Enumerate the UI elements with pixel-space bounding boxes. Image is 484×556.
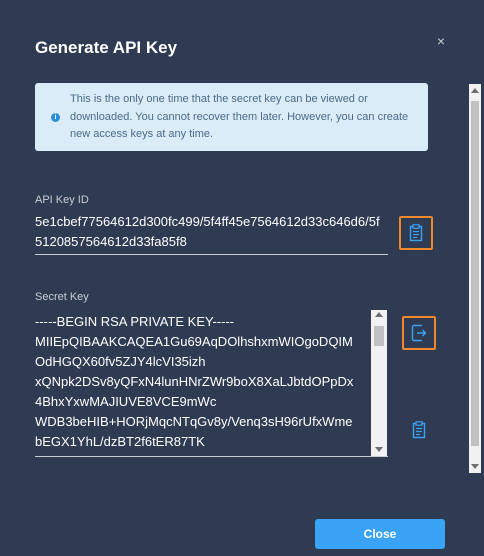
generate-api-key-dialog: Generate API Key × i This is the only on… bbox=[0, 0, 484, 556]
scroll-up-arrow[interactable] bbox=[375, 312, 383, 317]
clipboard-icon bbox=[412, 421, 426, 439]
secret-key-line: OdHGQX60fv5ZJY4lcVI35izh bbox=[35, 354, 206, 369]
scroll-up-arrow[interactable] bbox=[471, 88, 479, 93]
secret-key-textarea[interactable]: -----BEGIN RSA PRIVATE KEY----- MIIEpQIB… bbox=[35, 310, 388, 457]
secret-key-line: MIIEpQIBAAKCAQEA1Gu69AqDOlhshxmWIOgoDQIM bbox=[35, 334, 353, 349]
download-secret-key-button[interactable] bbox=[402, 316, 436, 350]
close-icon[interactable]: × bbox=[434, 34, 448, 48]
api-key-value[interactable]: 5e1cbef77564612d300fc499/5f4ff45e7564612… bbox=[35, 212, 385, 252]
dialog-scrollbar[interactable] bbox=[469, 84, 481, 473]
secret-key-line: xQNpk2DSv8yQFxN4lunHNrZWr9boX8XaLJbtdOPp… bbox=[35, 374, 354, 389]
info-text: This is the only one time that the secre… bbox=[70, 93, 409, 140]
secret-key-line: WDB3beHIB+HORjMqcNTqGv8y/Venq3sH96rUfxWm… bbox=[35, 414, 353, 429]
close-button[interactable]: Close bbox=[315, 519, 445, 549]
scroll-down-arrow[interactable] bbox=[471, 464, 479, 469]
info-icon: i bbox=[51, 113, 60, 122]
copy-secret-key-button[interactable] bbox=[409, 420, 429, 440]
secret-key-line: -----BEGIN RSA PRIVATE KEY----- bbox=[35, 314, 235, 329]
api-key-underline bbox=[35, 254, 388, 255]
dialog-title: Generate API Key bbox=[35, 38, 178, 57]
api-key-label: API Key ID bbox=[35, 194, 89, 206]
secret-key-label: Secret Key bbox=[35, 291, 89, 303]
scroll-down-arrow[interactable] bbox=[375, 447, 383, 452]
scroll-thumb[interactable] bbox=[374, 326, 384, 346]
secret-key-scrollbar[interactable] bbox=[371, 310, 387, 456]
export-icon bbox=[411, 324, 427, 342]
copy-api-key-button[interactable] bbox=[399, 216, 433, 250]
secret-key-line: bEGX1YhL/dzBT2f6tER87TK bbox=[35, 434, 205, 449]
secret-key-line: 4BhxYxwMAJIUVE8VCE9mWc bbox=[35, 394, 217, 409]
clipboard-icon bbox=[409, 224, 423, 242]
info-banner: i This is the only one time that the sec… bbox=[35, 83, 428, 151]
scroll-thumb[interactable] bbox=[471, 101, 479, 446]
secret-key-value: -----BEGIN RSA PRIVATE KEY----- MIIEpQIB… bbox=[35, 312, 370, 452]
